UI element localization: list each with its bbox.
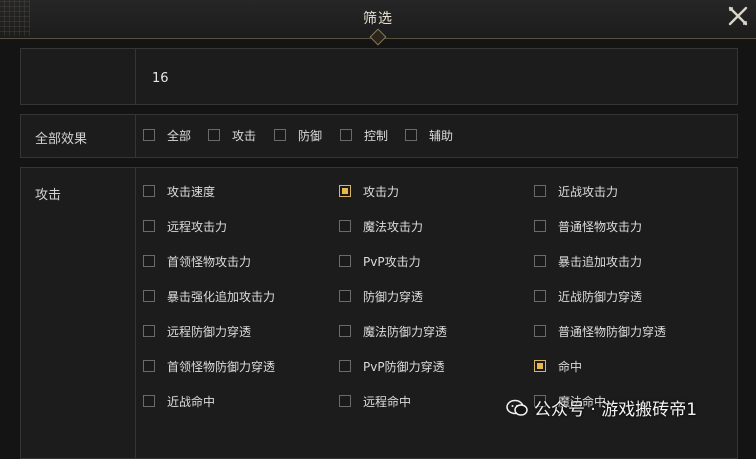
option-label[interactable]: 攻击 [232,127,256,144]
title-diamond-ornament [369,28,387,46]
option-label[interactable]: PvP防御力穿透 [363,358,445,375]
option-label[interactable]: PvP攻击力 [363,253,421,270]
level-row [20,48,738,105]
checkbox-5[interactable] [534,220,546,232]
option-label[interactable]: 攻击速度 [167,183,215,200]
close-button[interactable] [724,2,752,30]
option-label[interactable]: 普通怪物防御力穿透 [558,323,666,340]
level-label-cell [21,49,136,104]
option-label[interactable]: 暴击强化追加攻击力 [167,288,275,305]
wechat-icon [506,399,528,416]
option-label[interactable]: 魔法防御力穿透 [363,323,447,340]
checkbox-3[interactable] [340,129,352,141]
checkbox-1[interactable] [339,185,351,197]
attack-label: 攻击 [35,188,62,203]
checkbox-13[interactable] [339,325,351,337]
checkbox-9[interactable] [143,290,155,302]
option-label[interactable]: 近战命中 [167,393,215,410]
watermark: 公众号 · 游戏搬砖帝1 [506,395,697,420]
checkbox-16[interactable] [339,360,351,372]
option-label[interactable]: 普通怪物攻击力 [558,218,642,235]
option-label[interactable]: 命中 [558,358,582,375]
option-label[interactable]: 远程攻击力 [167,218,227,235]
option-label[interactable]: 近战攻击力 [558,183,618,200]
checkbox-4[interactable] [339,220,351,232]
checkbox-2[interactable] [274,129,286,141]
page-title: 筛选 [363,11,393,27]
checkbox-2[interactable] [534,185,546,197]
option-label[interactable]: 辅助 [429,127,453,144]
all-effects-label: 全部效果 [35,132,88,147]
option-label[interactable]: 首领怪物攻击力 [167,253,251,270]
title-bar: 筛选 [0,0,756,46]
checkbox-6[interactable] [143,255,155,267]
checkbox-10[interactable] [339,290,351,302]
checkbox-19[interactable] [339,395,351,407]
close-icon [728,6,748,26]
checkbox-11[interactable] [534,290,546,302]
option-label[interactable]: 远程防御力穿透 [167,323,251,340]
option-label[interactable]: 近战防御力穿透 [558,288,642,305]
option-label[interactable]: 魔法攻击力 [363,218,423,235]
option-label[interactable]: 首领怪物防御力穿透 [167,358,275,375]
checkbox-15[interactable] [143,360,155,372]
option-label[interactable]: 远程命中 [363,393,411,410]
attack-label-cell [21,168,136,458]
checkbox-17[interactable] [534,360,546,372]
checkbox-1[interactable] [208,129,220,141]
checkbox-14[interactable] [534,325,546,337]
level-value: 16 [152,71,169,86]
checkbox-4[interactable] [405,129,417,141]
checkbox-18[interactable] [143,395,155,407]
option-label[interactable]: 攻击力 [363,183,399,200]
option-label[interactable]: 防御力穿透 [363,288,423,305]
checkbox-0[interactable] [143,185,155,197]
checkbox-12[interactable] [143,325,155,337]
checkbox-3[interactable] [143,220,155,232]
option-label[interactable]: 暴击追加攻击力 [558,253,642,270]
checkbox-0[interactable] [143,129,155,141]
option-label[interactable]: 控制 [364,127,388,144]
checkbox-7[interactable] [339,255,351,267]
watermark-text: 公众号 · 游戏搬砖帝1 [534,400,698,420]
checkbox-8[interactable] [534,255,546,267]
option-label[interactable]: 防御 [298,127,322,144]
option-label[interactable]: 全部 [167,127,191,144]
